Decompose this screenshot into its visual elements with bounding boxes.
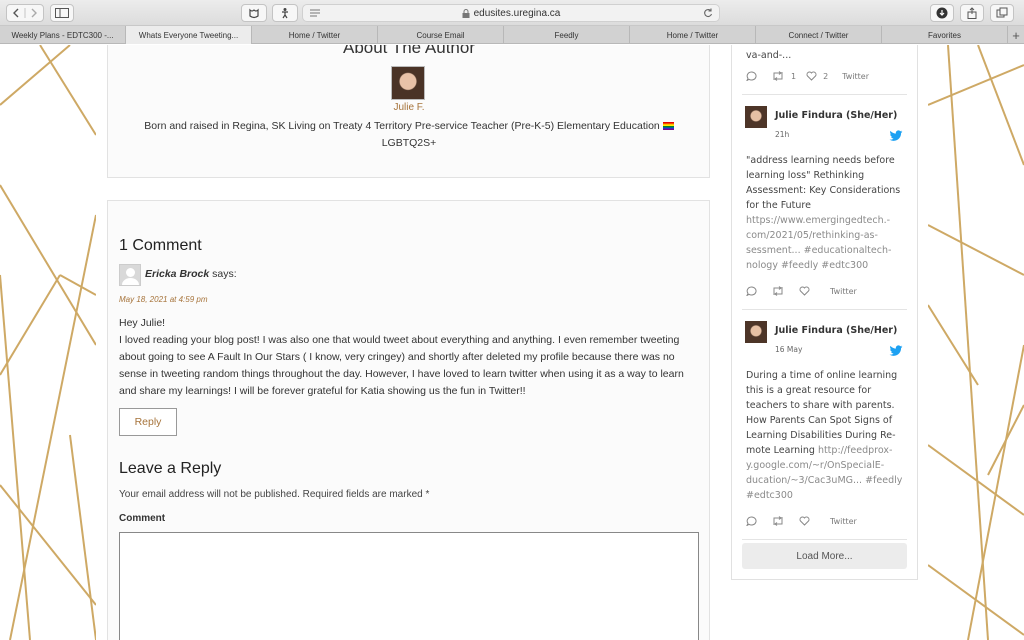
tab-connect-twitter[interactable]: Connect / Twitter: [756, 26, 882, 44]
comment-textarea[interactable]: [119, 532, 699, 640]
chevron-left-icon[interactable]: [10, 7, 40, 19]
heart-icon[interactable]: [799, 516, 810, 526]
tweet-author-name[interactable]: Julie Findura (She/Her): [775, 110, 897, 121]
back-forward-buttons[interactable]: [6, 4, 44, 22]
required-fields-note: Your email address will not be published…: [119, 489, 430, 500]
tweet-fragment: va-and-...: [746, 50, 792, 61]
twitter-timeline-widget: va-and-... 1 2 Twitter Julie Findura (Sh…: [731, 45, 918, 580]
tweet-link[interactable]: https://www.emergingedtech.-com/2021/05/…: [746, 215, 891, 271]
comment-greeting: Hey Julie!: [119, 317, 166, 329]
main-content: About The Author Julie F. Born and raise…: [96, 45, 928, 640]
accessibility-icon[interactable]: [272, 4, 298, 22]
leave-reply-heading: Leave a Reply: [119, 460, 222, 477]
comment-date-link[interactable]: May 18, 2021 at 4:59 pm: [119, 295, 208, 304]
author-bio: Born and raised in Regina, SK Living on …: [128, 118, 690, 152]
share-icon[interactable]: [960, 4, 984, 22]
author-name-link[interactable]: Julie F.: [108, 102, 710, 113]
retweet-icon[interactable]: [771, 71, 785, 81]
browser-toolbar: edusites.uregina.ca: [0, 0, 1024, 26]
tweet-source-link[interactable]: Twitter: [830, 287, 857, 296]
reader-icon[interactable]: [309, 7, 321, 19]
tab-course-email[interactable]: Course Email: [378, 26, 504, 44]
comment-meta: Ericka Brock says:: [145, 268, 237, 280]
tweet-text: "address learning needs before learning …: [746, 155, 901, 211]
tweet-timestamp[interactable]: 16 May: [775, 345, 802, 354]
tweet-timestamp[interactable]: 21h: [775, 130, 789, 139]
author-box: About The Author Julie F. Born and raise…: [107, 45, 710, 178]
reply-button[interactable]: Reply: [119, 408, 177, 436]
tab-favorites[interactable]: Favorites: [882, 26, 1008, 44]
retweet-count: 1: [791, 71, 797, 81]
lock-icon: [462, 8, 470, 18]
commenter-avatar: [119, 264, 141, 286]
tab-bar: Weekly Plans - EDTC300 -... Whats Everyo…: [0, 26, 1024, 44]
gold-geometric-background-right: [928, 45, 1024, 640]
new-tab-button[interactable]: +: [1008, 26, 1024, 44]
tweet-actions-top: 1 2 Twitter: [746, 71, 869, 81]
twitter-bird-icon[interactable]: [889, 345, 903, 357]
tweet-body: During a time of online learning this is…: [746, 368, 906, 503]
heart-icon[interactable]: [806, 71, 817, 81]
download-icon[interactable]: [930, 4, 954, 22]
tweet-actions: Twitter: [746, 286, 857, 296]
twitter-bird-icon[interactable]: [889, 130, 903, 142]
commenter-name: Ericka Brock: [145, 268, 210, 280]
heart-icon[interactable]: [799, 286, 810, 296]
tab-whats-everyone-tweeting[interactable]: Whats Everyone Tweeting...: [126, 26, 252, 44]
author-bio-text: Born and raised in Regina, SK Living on …: [144, 120, 660, 132]
author-bio-line2: LGBTQ2S+: [381, 137, 437, 149]
tweet-author-avatar[interactable]: [745, 321, 767, 343]
comment-body: Hey Julie! I loved reading your blog pos…: [119, 315, 704, 400]
comments-heading: 1 Comment: [119, 237, 202, 254]
comment-text: I loved reading your blog post! I was al…: [119, 334, 684, 397]
tweet-body: "address learning needs before learning …: [746, 153, 906, 273]
author-avatar: [391, 66, 425, 100]
tweet-source-link[interactable]: Twitter: [842, 72, 869, 81]
tweet-source-link[interactable]: Twitter: [830, 517, 857, 526]
sidebar-toggle-icon[interactable]: [50, 4, 74, 22]
web-page: About The Author Julie F. Born and raise…: [0, 45, 1024, 640]
rainbow-flag-icon: [662, 122, 674, 131]
extension-icon[interactable]: [241, 4, 267, 22]
says-label: says:: [212, 268, 237, 280]
tweet-actions: Twitter: [746, 516, 857, 526]
tweet-text: During a time of online learning this is…: [746, 370, 898, 456]
address-bar[interactable]: edusites.uregina.ca: [302, 4, 720, 22]
tab-home-twitter[interactable]: Home / Twitter: [252, 26, 378, 44]
reply-icon[interactable]: [746, 71, 757, 81]
divider: [742, 309, 907, 310]
tab-feedly[interactable]: Feedly: [504, 26, 630, 44]
retweet-icon[interactable]: [771, 286, 785, 296]
comment-field-label: Comment: [119, 513, 166, 524]
tweet-author-avatar[interactable]: [745, 106, 767, 128]
tab-home-twitter-2[interactable]: Home / Twitter: [630, 26, 756, 44]
tab-weekly-plans[interactable]: Weekly Plans - EDTC300 -...: [0, 26, 126, 44]
reply-icon[interactable]: [746, 516, 757, 526]
like-count: 2: [823, 71, 829, 81]
gold-geometric-background-left: [0, 45, 96, 640]
retweet-icon[interactable]: [771, 516, 785, 526]
load-more-button[interactable]: Load More...: [742, 543, 907, 569]
tweet-author-name[interactable]: Julie Findura (She/Her): [775, 325, 897, 336]
divider: [742, 94, 907, 95]
reply-icon[interactable]: [746, 286, 757, 296]
tabs-overview-icon[interactable]: [990, 4, 1014, 22]
author-heading: About The Author: [342, 45, 475, 57]
url-text: edusites.uregina.ca: [473, 7, 561, 19]
divider: [742, 539, 907, 540]
comments-box: 1 Comment Ericka Brock says: May 18, 202…: [107, 200, 710, 640]
reload-icon[interactable]: [703, 8, 713, 18]
